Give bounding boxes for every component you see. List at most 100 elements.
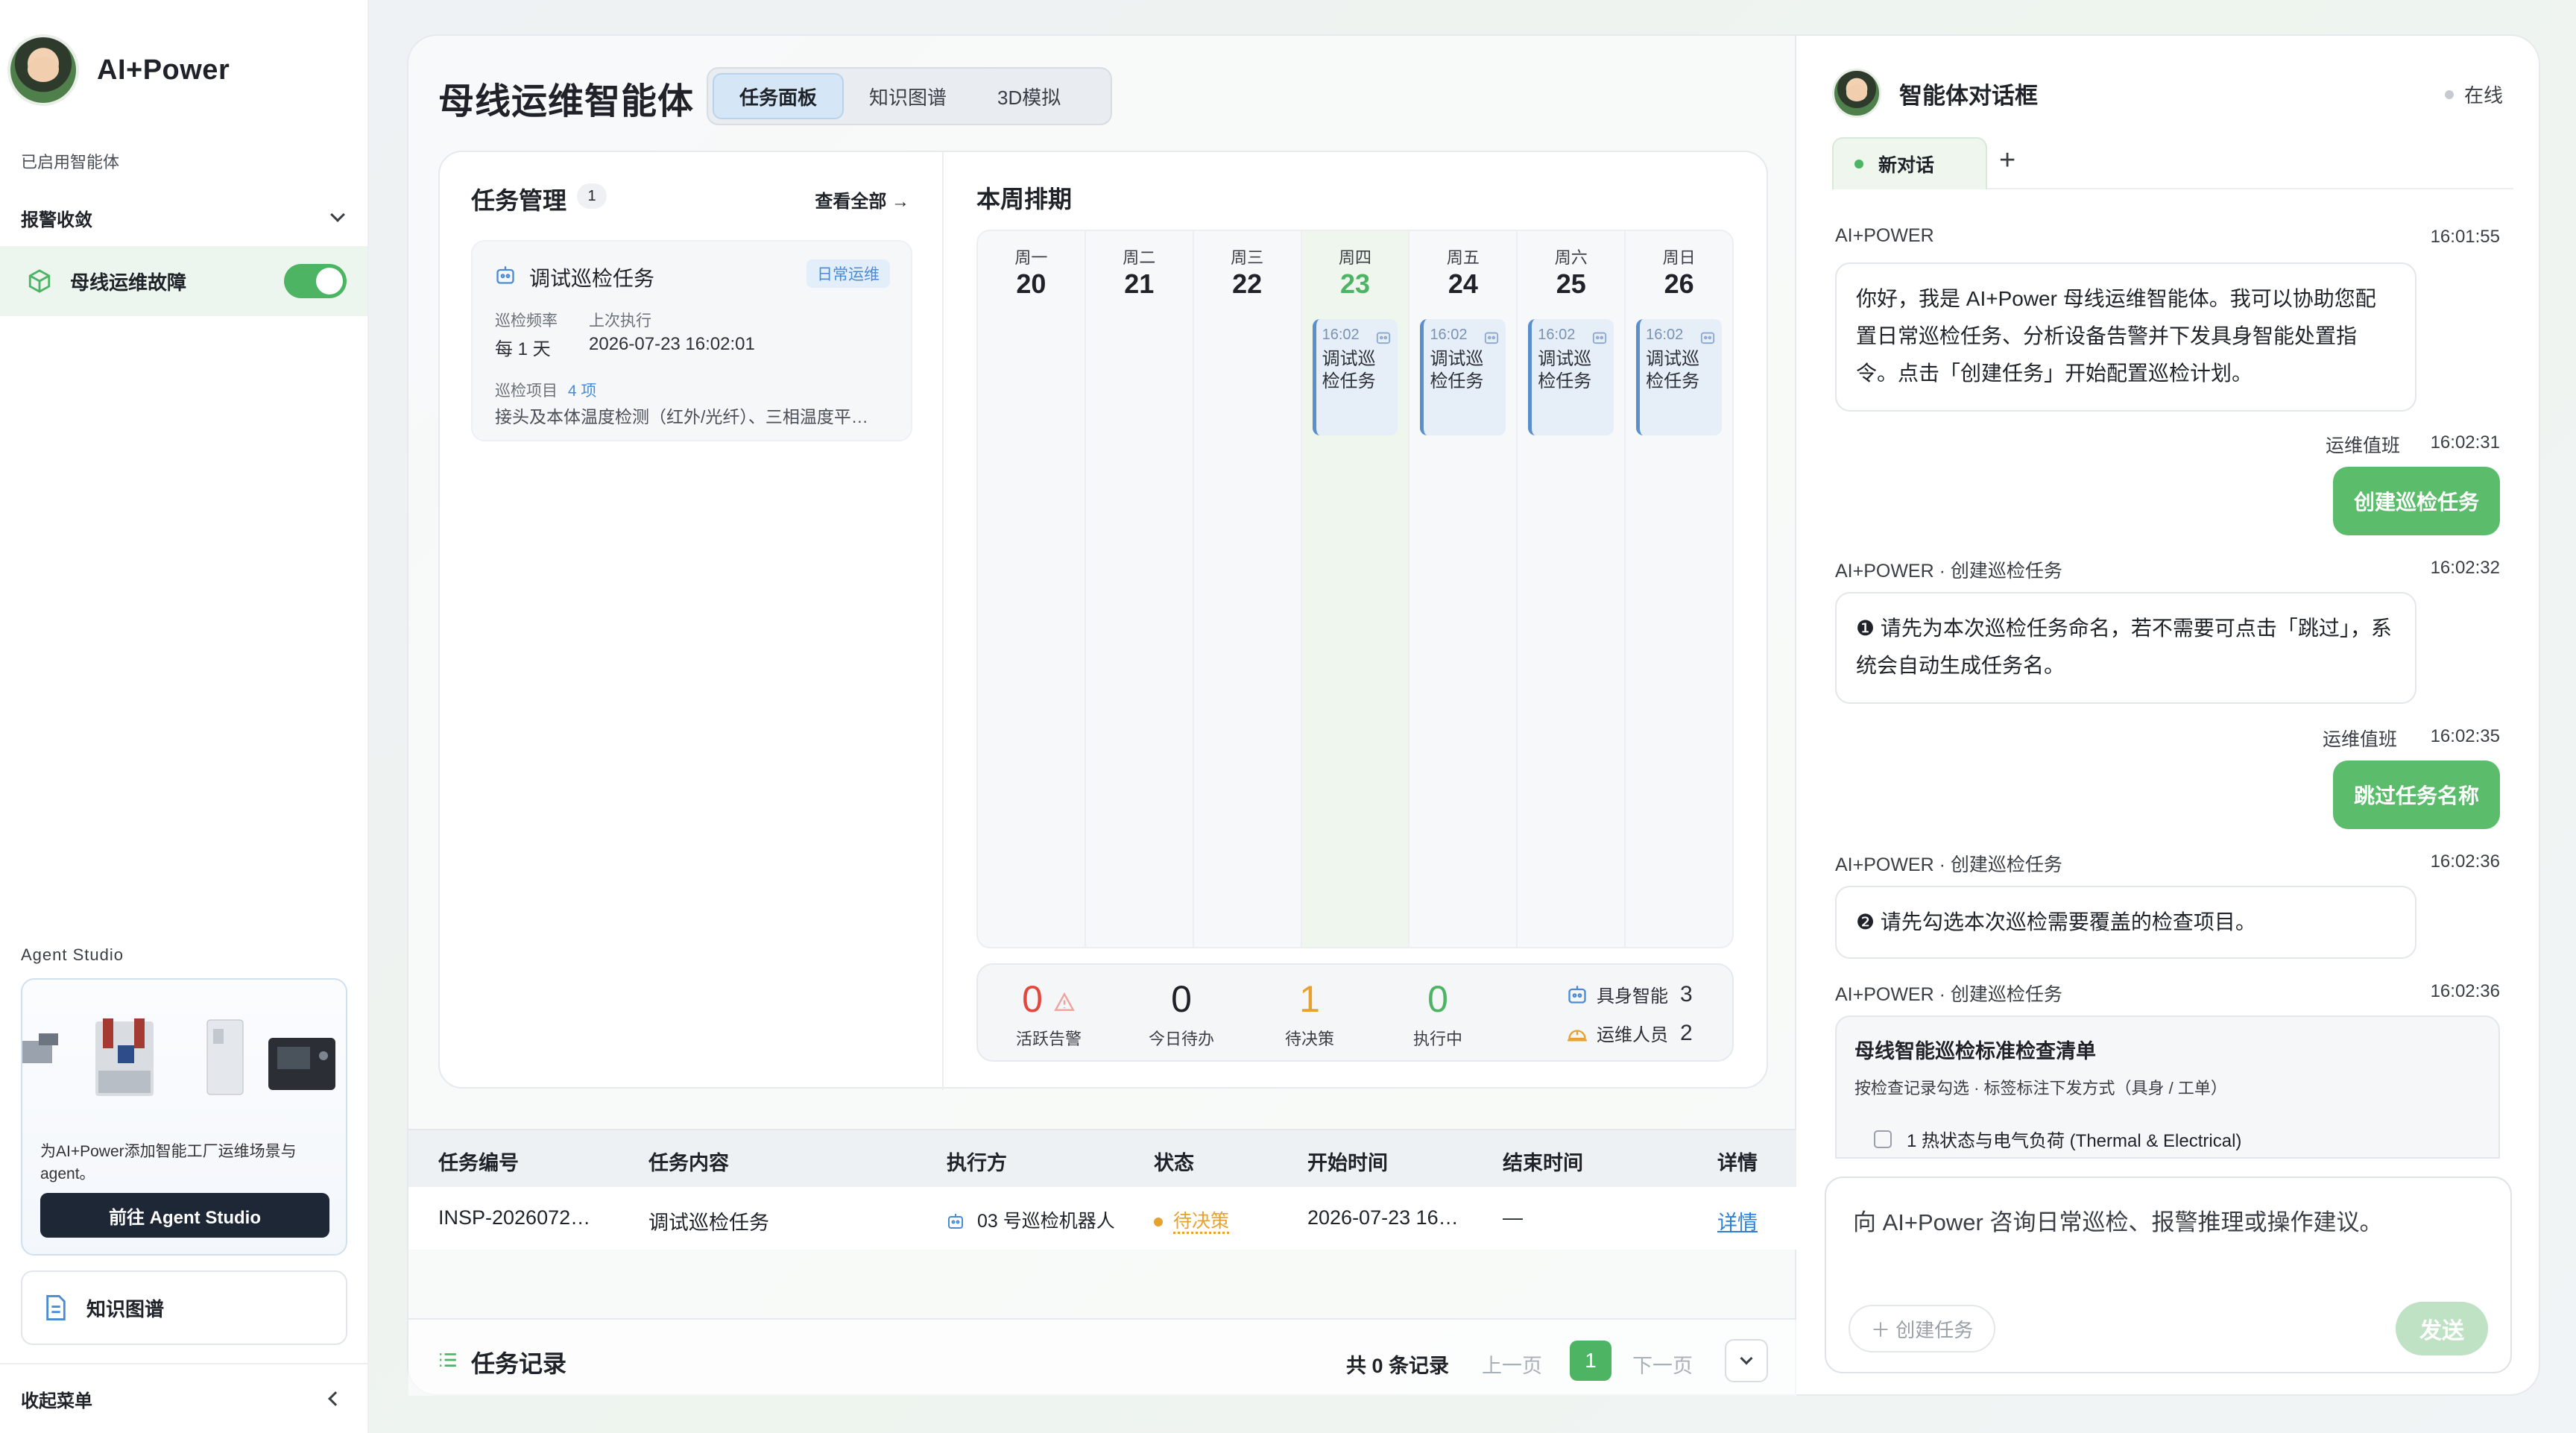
schedule-event[interactable]: 16:02 调试巡检任务 — [1420, 319, 1506, 435]
tab-label: 新对话 — [1878, 155, 1935, 176]
chat-input-box[interactable]: 向 AI+Power 咨询日常巡检、报警推理或操作建议。 ＋ 创建任务 发送 — [1825, 1177, 2512, 1373]
add-conversation-button[interactable]: + — [1999, 145, 2015, 177]
send-button[interactable]: 发送 — [2396, 1302, 2488, 1355]
stat-staff: 运维人员 2 — [1567, 1020, 1693, 1046]
task-card[interactable]: 调试巡检任务 日常运维 巡检频率 上次执行 每 1 天 2026-07-23 1… — [471, 240, 912, 441]
cube-icon — [28, 269, 51, 293]
robot-icon — [948, 1214, 963, 1229]
task-records-title: 任务记录 — [471, 1350, 567, 1377]
staff-label: 运维人员 — [1597, 1025, 1668, 1045]
view-all-link[interactable]: 查看全部 → — [815, 186, 909, 212]
agent-studio-card: 为AI+Power添加智能工厂运维场景与agent。 前往 Agent Stud… — [21, 978, 347, 1256]
task-id: INSP-2026072… — [438, 1206, 591, 1229]
message-time: 16:02:32 — [2430, 558, 2500, 578]
brand: AI+Power — [7, 34, 230, 106]
robot-icon — [1568, 985, 1586, 1004]
avatar — [1832, 69, 1881, 118]
schedule-title: 本周排期 — [976, 186, 1073, 212]
avatar — [7, 34, 79, 106]
chat-panel: 智能体对话框 在线 新对话 + AI+POWER 16:01:55 你好，我是 … — [1796, 34, 2540, 1396]
task-end-time: — — [1503, 1206, 1523, 1229]
col-task-content: 任务内容 — [648, 1152, 729, 1174]
checklist-title: 母线智能巡检标准检查清单 — [1854, 1040, 2096, 1062]
event-name: 调试巡检任务 — [1646, 349, 1700, 391]
knowledge-graph-label: 知识图谱 — [86, 1297, 165, 1320]
assistant-message: ❶ 请先为本次巡检任务命名，若不需要可点击「跳过」，系统会自动生成任务名。 — [1835, 592, 2416, 704]
hard-hat-icon — [1568, 1029, 1587, 1041]
next-page-button[interactable]: 下一页 — [1632, 1349, 1693, 1379]
sidebar-item-busbar[interactable]: 母线运维故障 — [0, 246, 367, 316]
sidebar-group-alarm[interactable]: 报警收敛 — [21, 203, 349, 233]
user-message: 跳过任务名称 — [2332, 760, 2500, 829]
detail-link[interactable]: 详情 — [1717, 1206, 1758, 1235]
day-column[interactable]: 周二 21 — [1086, 231, 1194, 947]
freq-label: 巡检频率 — [495, 312, 558, 330]
prev-page-button[interactable]: 上一页 — [1482, 1349, 1542, 1379]
schedule-event[interactable]: 16:02 调试巡检任务 — [1528, 319, 1614, 435]
status-dot — [1854, 160, 1863, 169]
current-page[interactable]: 1 — [1570, 1341, 1611, 1381]
task-management: 任务管理 1 查看全部 → 调试巡检任务 日常运维 巡检频率 上次执行 每 1 … — [440, 152, 944, 1090]
stat-label: 执行中 — [1412, 1030, 1462, 1048]
message-sender: AI+POWER · 创建巡检任务 — [1835, 984, 2062, 1005]
day-number: 21 — [1124, 268, 1155, 299]
sidebar-item-label: 母线运维故障 — [70, 271, 187, 294]
schedule-event[interactable]: 16:02 调试巡检任务 — [1636, 319, 1723, 435]
last-exec-label: 上次执行 — [589, 312, 651, 330]
day-name: 周一 — [1014, 248, 1048, 267]
view-tabs: 任务面板 知识图谱 3D模拟 — [707, 67, 1112, 125]
message-sender: 运维值班 — [2326, 435, 2401, 456]
agent-studio-description: 为AI+Power添加智能工厂运维场景与agent。 — [40, 1143, 297, 1182]
tab-3d-simulation[interactable]: 3D模拟 — [972, 73, 1086, 119]
robot-icon — [1593, 332, 1607, 344]
stat-value: 0 — [993, 978, 1105, 1020]
stat-active-alarm: 0 活跃告警 — [993, 978, 1105, 1050]
online-status-text: 在线 — [2463, 84, 2503, 107]
table-row[interactable]: INSP-2026072… 调试巡检任务 03 号巡检机器人 待决策 2026-… — [408, 1187, 1798, 1250]
robot-icon — [496, 266, 514, 284]
create-task-chip[interactable]: ＋ 创建任务 — [1849, 1305, 1996, 1352]
expand-records-button[interactable] — [1725, 1339, 1768, 1382]
items-label-text: 巡检项目 — [495, 382, 558, 400]
day-column[interactable]: 周六 25 16:02 调试巡检任务 — [1518, 231, 1626, 947]
pending-decision-count: 1 — [1299, 978, 1320, 1020]
day-number: 25 — [1556, 268, 1586, 299]
day-name: 周日 — [1662, 248, 1696, 267]
day-column[interactable]: 周一 20 — [978, 231, 1086, 947]
checklist-item[interactable]: 1 热状态与电气负荷 (Thermal & Electrical) — [1874, 1126, 2241, 1152]
stat-label: 待决策 — [1284, 1030, 1334, 1048]
chevron-down-icon — [330, 207, 345, 222]
status-dot — [2444, 89, 2454, 99]
checkbox[interactable] — [1874, 1130, 1892, 1148]
col-end-time: 结束时间 — [1503, 1152, 1583, 1174]
agent-toggle[interactable] — [284, 264, 347, 298]
day-name: 周六 — [1554, 248, 1588, 267]
tab-task-board[interactable]: 任务面板 — [713, 73, 845, 119]
task-executor: 03 号巡检机器人 — [947, 1206, 1115, 1233]
col-executor: 执行方 — [947, 1152, 1007, 1174]
tab-new-conversation[interactable]: 新对话 — [1832, 137, 1987, 189]
schedule-event[interactable]: 16:02 调试巡检任务 — [1312, 319, 1398, 435]
enabled-agents-label: 已启用智能体 — [21, 153, 120, 171]
stat-today-todo: 0 今日待办 — [1126, 978, 1237, 1050]
staff-count: 2 — [1680, 1020, 1693, 1045]
tab-knowledge-graph[interactable]: 知识图谱 — [844, 73, 972, 119]
day-column[interactable]: 周日 26 16:02 调试巡检任务 — [1626, 231, 1732, 947]
go-agent-studio-button[interactable]: 前往 Agent Studio — [40, 1193, 329, 1238]
stat-label: 活跃告警 — [1015, 1030, 1082, 1048]
running-count: 0 — [1427, 978, 1448, 1020]
stat-label: 今日待办 — [1148, 1030, 1214, 1048]
day-column[interactable]: 周五 24 16:02 调试巡检任务 — [1409, 231, 1518, 947]
day-column[interactable]: 周三 22 — [1194, 231, 1302, 947]
task-content: 调试巡检任务 — [648, 1212, 769, 1234]
stat-pending-decision: 1 待决策 — [1254, 978, 1366, 1050]
day-name: 周三 — [1231, 248, 1264, 267]
day-column[interactable]: 周四 23 16:02 调试巡检任务 — [1301, 231, 1410, 947]
day-name: 周四 — [1339, 248, 1372, 267]
today-todo-count: 0 — [1171, 978, 1192, 1020]
collapse-menu[interactable]: 收起菜单 — [0, 1363, 367, 1433]
inspection-checklist: 母线智能巡检标准检查清单 按检查记录勾选 · 标签标注下发方式（具身 / 工单）… — [1835, 1015, 2500, 1159]
chat-input-placeholder[interactable]: 向 AI+Power 咨询日常巡检、报警推理或操作建议。 — [1853, 1203, 2383, 1237]
day-name: 周五 — [1446, 248, 1480, 267]
knowledge-graph-link[interactable]: 知识图谱 — [21, 1270, 347, 1345]
